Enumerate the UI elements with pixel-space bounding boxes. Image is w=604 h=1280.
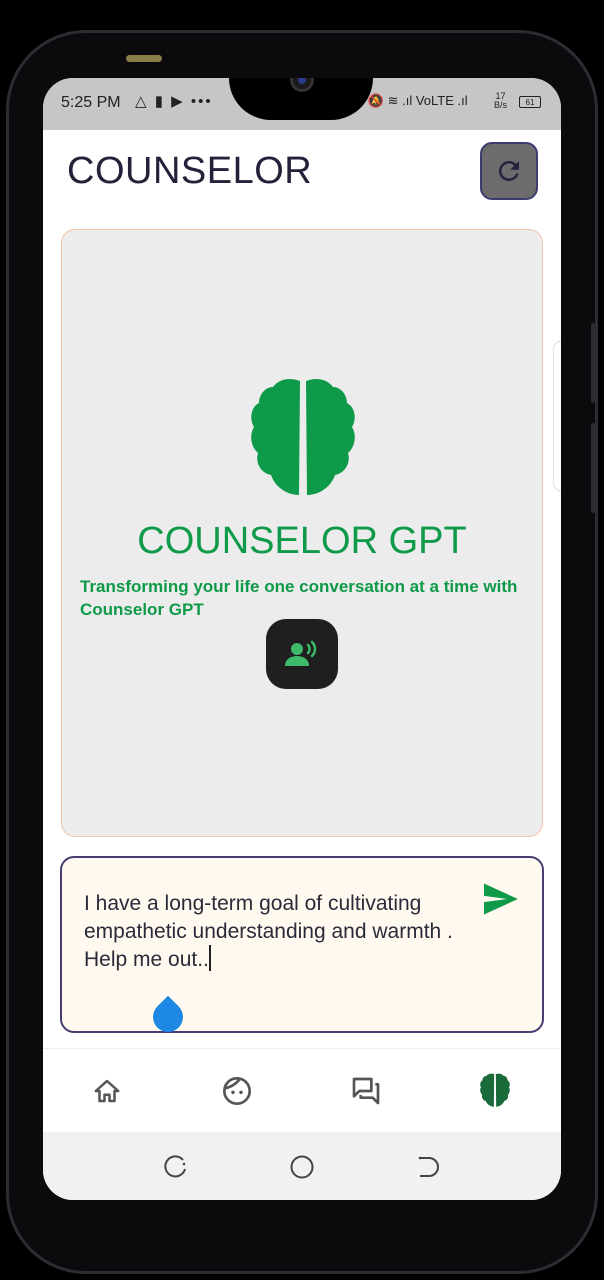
screen: 5:25 PM △ ▮ ▶ ••• ⏰ 🔕 ≋ .ıl VoLTE .ıl 17… bbox=[43, 78, 561, 1200]
hero-card: COUNSELOR GPT Transforming your life one… bbox=[61, 229, 543, 837]
power-key bbox=[591, 423, 595, 513]
nav-counselor-button[interactable] bbox=[475, 1071, 515, 1111]
message-text: I have a long-term goal of cultivating e… bbox=[84, 892, 453, 971]
forum-icon bbox=[352, 1077, 380, 1105]
hero-title: COUNSELOR GPT bbox=[137, 520, 467, 562]
bottom-nav bbox=[43, 1048, 561, 1133]
refresh-button[interactable] bbox=[480, 142, 538, 200]
status-bar: 5:25 PM △ ▮ ▶ ••• ⏰ 🔕 ≋ .ıl VoLTE .ıl 17… bbox=[43, 78, 561, 130]
text-caret bbox=[208, 945, 211, 971]
send-button[interactable] bbox=[482, 882, 520, 921]
home-circle-icon[interactable] bbox=[289, 1154, 315, 1180]
home-icon bbox=[94, 1079, 120, 1103]
network-speed: 17 B/s bbox=[494, 92, 507, 110]
back-icon[interactable] bbox=[415, 1154, 441, 1180]
voice-button[interactable] bbox=[266, 619, 338, 689]
nav-home-button[interactable] bbox=[87, 1071, 127, 1111]
record-voice-icon bbox=[285, 640, 317, 666]
page-title: COUNSELOR bbox=[67, 150, 313, 192]
recents-icon[interactable] bbox=[163, 1154, 189, 1180]
nav-chat-button[interactable] bbox=[346, 1071, 386, 1111]
message-input-text[interactable]: I have a long-term goal of cultivating e… bbox=[84, 890, 464, 974]
hero-subtitle: Transforming your life one conversation … bbox=[80, 577, 518, 619]
earpiece bbox=[126, 55, 162, 62]
refresh-icon bbox=[498, 160, 519, 181]
side-drawer-handle[interactable] bbox=[553, 340, 561, 492]
brain-icon bbox=[480, 1073, 510, 1107]
face-icon bbox=[223, 1077, 251, 1105]
system-navigation-bar bbox=[43, 1132, 561, 1200]
message-input[interactable]: I have a long-term goal of cultivating e… bbox=[60, 856, 544, 1039]
nav-face-button[interactable] bbox=[217, 1071, 257, 1111]
volume-key bbox=[591, 323, 595, 403]
caret-handle[interactable] bbox=[146, 995, 190, 1039]
notification-icons: △ ▮ ▶ ••• bbox=[135, 93, 213, 110]
brain-icon bbox=[251, 379, 355, 495]
network-speed-unit: B/s bbox=[494, 100, 508, 110]
status-time: 5:25 PM bbox=[61, 94, 121, 111]
send-icon bbox=[484, 883, 518, 915]
battery-icon: 61 bbox=[519, 96, 541, 108]
